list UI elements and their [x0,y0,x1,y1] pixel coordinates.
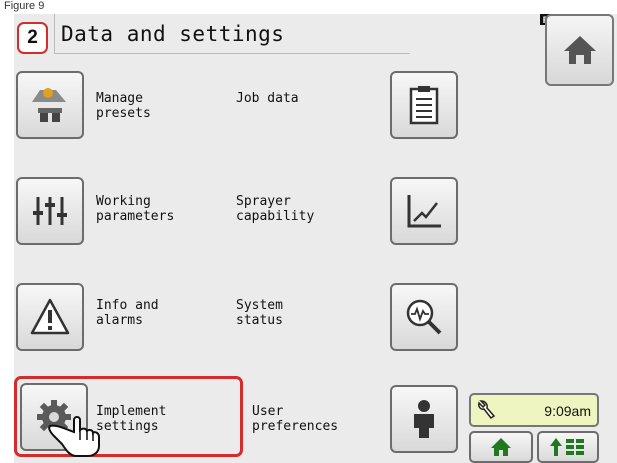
graph-icon [407,195,441,228]
user-preferences-label: User preferences [252,404,339,434]
terminal-screen: 2 Data and settings F Manage presets Job… [14,14,617,463]
home-icon [563,36,596,64]
job-data-label: Job data [236,91,299,106]
arrow-up-grid-icon [550,438,584,456]
info-alarms-label: Info and alarms [96,298,159,328]
job-data-button[interactable] [390,71,458,139]
layout-shortcut-button[interactable] [537,431,599,463]
working-parameters-label: Working parameters [96,194,175,224]
user-icon [414,400,434,438]
home-shortcut-button[interactable] [469,431,533,463]
manage-presets-button[interactable] [16,71,84,139]
system-status-label: System status [236,298,283,328]
step-badge: 2 [17,22,48,54]
presets-icon [32,88,66,122]
warning-icon [30,298,70,335]
sprayer-capability-label: Sprayer capability [236,194,315,224]
wrench-status-icon [478,400,496,420]
sliders-icon [33,197,67,225]
manage-presets-label: Manage presets [96,91,151,121]
title-divider [54,14,55,54]
system-status-button[interactable] [390,283,458,351]
working-parameters-button[interactable] [16,177,84,245]
clipboard-icon [409,86,439,125]
implement-settings-label: Implement settings [96,404,167,434]
diagnostics-magnifier-icon [406,299,442,335]
clock-time: 9:09am [544,403,591,419]
home-button[interactable] [545,14,614,86]
figure-label: Figure 9 [4,0,45,12]
user-preferences-button[interactable] [390,385,458,453]
home-icon [491,438,511,456]
page-title: Data and settings [61,22,285,46]
title-underline [54,53,410,54]
status-bar: 9:09am [469,393,599,427]
info-alarms-button[interactable] [16,283,84,351]
sprayer-capability-button[interactable] [390,177,458,245]
